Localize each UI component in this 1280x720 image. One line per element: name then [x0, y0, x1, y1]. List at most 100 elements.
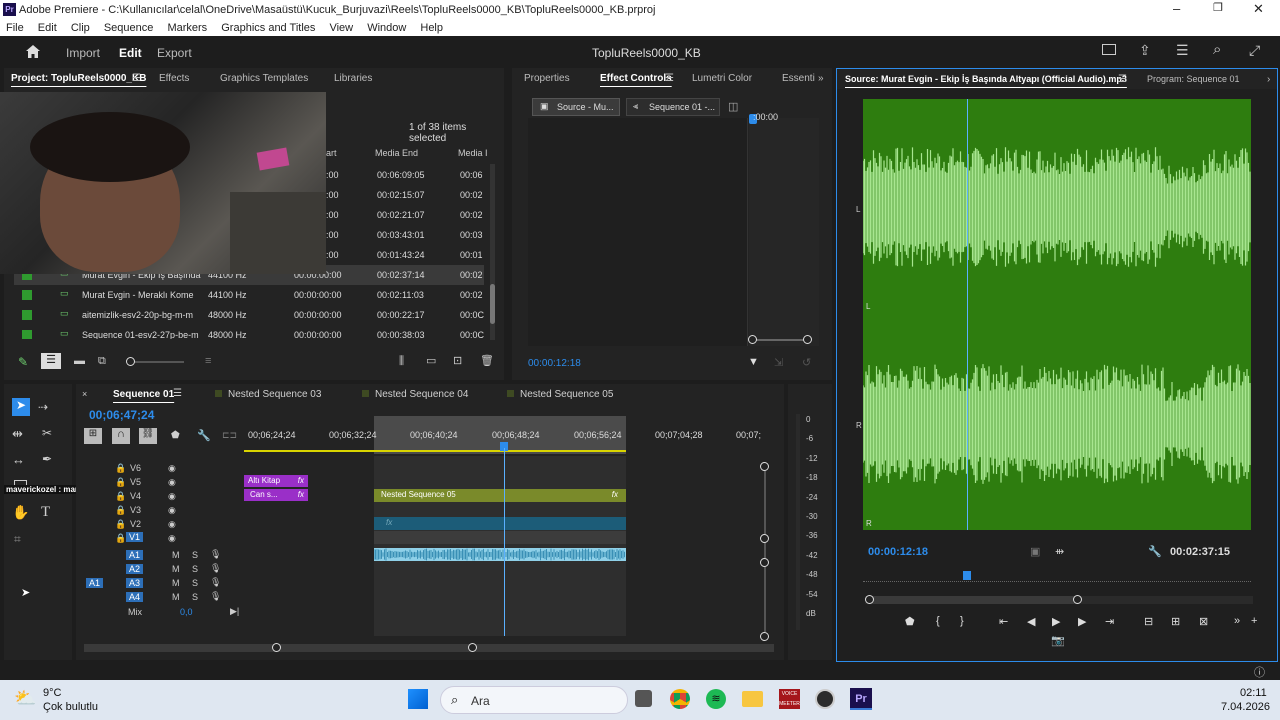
source-menu-icon[interactable]: ☰ — [1118, 74, 1127, 85]
menu-markers[interactable]: Markers — [167, 22, 207, 34]
transport-overflow-icon[interactable]: » — [1234, 615, 1240, 627]
new-item-icon[interactable]: ⊡ — [453, 354, 462, 367]
workspace-menu-icon[interactable]: ☰ — [1176, 42, 1189, 59]
clip-nested-sequence[interactable]: Nested Sequence 05 fx — [374, 489, 626, 502]
linked-selection-icon[interactable]: ⛓ — [139, 428, 157, 444]
mix-end-icon[interactable]: ▶| — [230, 606, 239, 617]
timeline-settings-icon[interactable]: 🔧 — [197, 429, 211, 442]
playhead-timecode[interactable]: 00;06;47;24 — [89, 408, 154, 422]
list-item[interactable]: ▭ Sequence 01-esv2-27p-be-m 48000 Hz 00:00… — [14, 325, 484, 339]
loop-icon[interactable]: ↺ — [802, 356, 811, 369]
clip-v2[interactable]: fx — [374, 517, 626, 530]
tab-effects[interactable]: Effects — [159, 73, 189, 84]
mic-icon[interactable]: 🎙 — [210, 549, 221, 560]
source-patch-a1[interactable]: A1 — [86, 578, 104, 588]
maximize-icon[interactable]: ❐ — [1213, 1, 1223, 14]
ripple-edit-tool-icon[interactable]: ⇹ — [12, 426, 23, 442]
mic-icon[interactable]: 🎙 — [210, 577, 221, 588]
mute-icon[interactable]: M — [172, 550, 180, 560]
track-label-a3[interactable]: A3 — [126, 578, 144, 588]
timeline-vscroll[interactable] — [760, 462, 769, 641]
source-clip-button[interactable]: ▣ Source - Mu... — [532, 98, 620, 116]
tab-program[interactable]: Program: Sequence 01 — [1147, 74, 1240, 84]
start-icon[interactable] — [408, 689, 428, 709]
pen-tool-icon[interactable]: ✒ — [42, 452, 52, 466]
weather-temp[interactable]: 9°C — [43, 687, 61, 699]
task-view-icon[interactable] — [635, 690, 652, 707]
track-label-v2[interactable]: V2 — [130, 519, 141, 529]
mute-icon[interactable]: M — [172, 564, 180, 574]
mark-out-icon[interactable]: } — [960, 615, 964, 627]
layout-icon[interactable] — [1102, 44, 1116, 55]
menu-sequence[interactable]: Sequence — [104, 22, 154, 34]
source-playhead[interactable] — [967, 99, 968, 530]
playhead-line[interactable] — [504, 448, 505, 636]
overwrite-icon[interactable]: ⊞ — [1171, 615, 1180, 628]
tab-sequence-01[interactable]: Sequence 01 — [113, 389, 174, 400]
menu-view[interactable]: View — [329, 22, 353, 34]
mic-icon[interactable]: 🎙 — [210, 591, 221, 602]
insert-icon[interactable]: ⊟ — [1144, 615, 1153, 628]
clock-time[interactable]: 02:11 — [1240, 687, 1267, 699]
panel-overflow-icon[interactable]: » — [818, 73, 824, 84]
lock-icon[interactable]: 🔒 — [115, 519, 126, 530]
filter-icon[interactable]: ▼ — [748, 356, 759, 368]
drag-audio-icon[interactable]: ⇻ — [1055, 545, 1064, 558]
fullscreen-icon[interactable]: ⤢ — [1249, 42, 1260, 59]
tab-effect-controls[interactable]: Effect Controls — [600, 73, 672, 84]
hand-tool-icon[interactable]: ✋ — [12, 504, 29, 521]
selection-tool-icon[interactable]: ➤ — [12, 398, 30, 416]
tab-properties[interactable]: Properties — [524, 73, 570, 84]
close-sequence-icon[interactable]: × — [82, 389, 87, 399]
waveform-display[interactable] — [863, 99, 1251, 530]
tab-nested-sequence-03[interactable]: Nested Sequence 03 — [215, 389, 321, 400]
tab-source[interactable]: Source: Murat Evgin - Ekip İş Başında Al… — [845, 74, 1127, 84]
tab-essential[interactable]: Essenti — [782, 73, 815, 84]
menu-graphics[interactable]: Graphics and Titles — [221, 22, 315, 34]
chrome-icon[interactable] — [670, 689, 690, 709]
tab-libraries[interactable]: Libraries — [334, 73, 372, 84]
weather-desc[interactable]: Çok bulutlu — [43, 701, 98, 713]
go-to-in-icon[interactable]: ⇤ — [999, 615, 1008, 628]
source-timecode[interactable]: 00:00:12:18 — [868, 546, 928, 558]
menu-clip[interactable]: Clip — [71, 22, 90, 34]
zoom-slider[interactable] — [126, 357, 184, 366]
toggle-timeline-icon[interactable]: ◫ — [728, 100, 738, 113]
eye-icon[interactable]: ◉ — [168, 491, 176, 502]
tab-import[interactable]: Import — [66, 46, 100, 60]
settings-wrench-icon[interactable]: 🔧 — [1148, 545, 1162, 558]
project-scrollbar[interactable] — [490, 164, 495, 340]
lock-icon[interactable]: 🔒 — [115, 477, 126, 488]
add-marker-timeline-icon[interactable]: ⬟ — [171, 430, 180, 441]
track-label-v5[interactable]: V5 — [130, 477, 141, 487]
mini-zoom-scroll[interactable] — [748, 335, 812, 344]
nest-icon[interactable]: ⊞ — [84, 428, 102, 444]
sequence-clip-button[interactable]: ⫷ Sequence 01 -... — [626, 98, 720, 116]
solo-icon[interactable]: S — [192, 564, 198, 574]
track-label-a1[interactable]: A1 — [126, 550, 144, 560]
obs-icon[interactable] — [815, 689, 835, 709]
list-item[interactable]: ▭ Murat Evgin - Meraklı Kome 44100 Hz 00:0… — [14, 285, 484, 305]
automate-icon[interactable]: ⫼ — [399, 355, 404, 368]
drag-video-icon[interactable]: ▣ — [1030, 545, 1040, 558]
slip-tool-icon[interactable]: ↔ — [12, 452, 25, 467]
step-back-icon[interactable]: ◀ — [1027, 615, 1035, 628]
track-label-v3[interactable]: V3 — [130, 505, 141, 515]
lock-icon[interactable]: 🔒 — [115, 463, 126, 474]
add-button-icon[interactable]: + — [1251, 615, 1257, 627]
lock-icon[interactable]: 🔒 — [115, 491, 126, 502]
source-time-ruler[interactable] — [863, 572, 1251, 582]
captions-icon[interactable]: ⊏⊐ — [222, 430, 237, 441]
taskbar-search[interactable]: ⌕ Ara — [440, 686, 628, 714]
source-overflow-icon[interactable]: › — [1267, 74, 1270, 85]
sort-icon[interactable]: ≡ — [205, 355, 211, 367]
solo-icon[interactable]: S — [192, 592, 198, 602]
tab-export[interactable]: Export — [157, 46, 192, 60]
icon-view-icon[interactable]: ▬ — [74, 355, 85, 367]
track-select-tool-icon[interactable]: ⇢ — [38, 400, 48, 414]
track-area[interactable]: Altı Kitap fx Can s... fx Nested Sequence … — [244, 448, 764, 636]
source-zoom-bar[interactable] — [865, 595, 1253, 604]
type-tool-icon[interactable]: T — [41, 504, 50, 521]
clip-title-1[interactable]: Altı Kitap fx — [244, 475, 308, 487]
add-marker-icon[interactable]: ⬟ — [905, 615, 915, 628]
